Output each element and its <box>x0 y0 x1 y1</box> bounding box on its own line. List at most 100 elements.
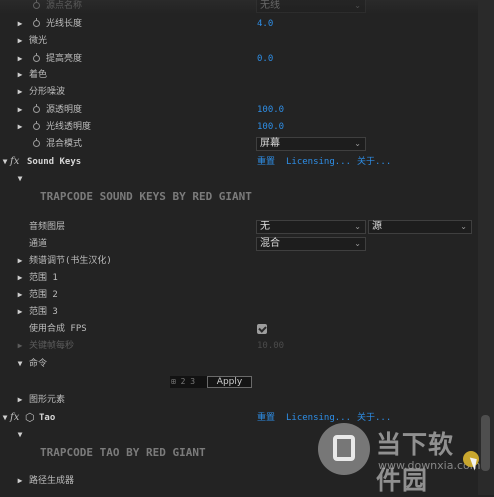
source-opacity-value[interactable]: 100.0 <box>257 102 284 118</box>
3d-cube-icon: ⬡ <box>25 411 35 424</box>
apply-button[interactable]: Apply <box>207 376 252 388</box>
twirl-open-icon[interactable]: ▼ <box>0 154 10 170</box>
twirl-open-icon[interactable]: ▼ <box>0 410 10 426</box>
row-label: 范围 1 <box>29 273 58 283</box>
row-ray-length: ▶ 光线长度 4.0 <box>0 16 478 32</box>
row-range-2: ▶ 范围 2 <box>0 287 478 303</box>
twirl-closed-icon[interactable]: ▶ <box>15 16 25 32</box>
row-label: 光线透明度 <box>46 122 92 132</box>
twirl-closed-icon[interactable]: ▶ <box>15 51 25 67</box>
twirl-closed-icon[interactable]: ▶ <box>15 338 25 354</box>
twirl-closed-icon[interactable]: ▶ <box>15 304 25 320</box>
use-comp-fps-checkbox[interactable] <box>257 324 267 334</box>
row-shimmer: ▶ 微光 <box>0 33 478 49</box>
twirl-closed-icon[interactable]: ▶ <box>15 392 25 408</box>
row-banner-toggle: ▼ <box>0 171 478 187</box>
stopwatch-icon[interactable] <box>33 138 40 147</box>
keyframes-value: 10.00 <box>257 341 285 351</box>
row-label: 光线长度 <box>46 19 83 29</box>
row-label: 范围 3 <box>29 307 58 317</box>
stopwatch-icon[interactable] <box>33 121 40 130</box>
twirl-closed-icon[interactable]: ▶ <box>15 33 25 49</box>
row-fractal-noise: ▶ 分形噪波 <box>0 84 478 100</box>
row-label: 路径生成器 <box>29 476 75 486</box>
twirl-open-icon[interactable]: ▼ <box>15 171 25 187</box>
licensing-link[interactable]: Licensing... <box>286 154 351 170</box>
row-source-opacity: ▶ 源透明度 100.0 <box>0 102 478 118</box>
boost-light-value[interactable]: 0.0 <box>257 51 273 67</box>
effect-name: Tao <box>39 413 56 423</box>
row-use-comp-fps: 使用合成 FPS <box>0 321 478 337</box>
watermark: 当下软件园 www.downxia.com <box>318 415 480 495</box>
row-label: 提高亮度 <box>46 54 83 64</box>
twirl-closed-icon[interactable]: ▶ <box>15 119 25 135</box>
row-label: 通道 <box>29 239 48 249</box>
twirl-closed-icon[interactable]: ▶ <box>15 67 25 83</box>
stopwatch-icon[interactable] <box>33 53 40 62</box>
row-label: 关键帧每秒 <box>29 341 75 351</box>
ray-opacity-value[interactable]: 100.0 <box>257 119 284 135</box>
stopwatch-icon[interactable] <box>33 104 40 113</box>
row-source-name: 源点名称 无线 ⌄ <box>0 0 478 14</box>
select-value: 无 <box>260 221 270 232</box>
row-label: 命令 <box>29 359 48 369</box>
scrollbar-thumb[interactable] <box>481 415 490 471</box>
chevron-down-icon: ⌄ <box>354 222 361 231</box>
ray-length-value[interactable]: 4.0 <box>257 16 273 32</box>
row-range-1: ▶ 范围 1 <box>0 270 478 286</box>
source-name-select[interactable]: 无线 ⌄ <box>256 0 366 13</box>
fx-icon[interactable]: fx <box>10 410 19 426</box>
row-blend-mode: 混合模式 屏幕 ⌄ <box>0 136 478 152</box>
watermark-logo <box>318 423 370 475</box>
select-value: 无线 <box>260 0 280 11</box>
tao-banner: TRAPCODE TAO BY RED GIANT <box>40 446 206 459</box>
twirl-closed-icon[interactable]: ▶ <box>15 102 25 118</box>
row-label: 源点名称 <box>46 1 83 11</box>
stopwatch-icon[interactable] <box>33 0 40 9</box>
row-audio-layer: 音频图层 无 ⌄ 源 ⌄ <box>0 219 478 235</box>
twirl-open-icon[interactable]: ▼ <box>15 356 25 372</box>
effect-name: Sound Keys <box>27 157 82 167</box>
fx-icon[interactable]: fx <box>10 154 19 170</box>
row-keyframes-per-second: ▶ 关键帧每秒 10.00 <box>0 338 478 354</box>
select-value: 屏幕 <box>260 138 280 149</box>
audio-source-select[interactable]: 源 ⌄ <box>368 220 472 234</box>
row-label: 图形元素 <box>29 395 66 405</box>
reset-link[interactable]: 重置 <box>257 410 275 426</box>
row-label: 音频图层 <box>29 222 66 232</box>
reset-link[interactable]: 重置 <box>257 154 275 170</box>
row-range-3: ▶ 范围 3 <box>0 304 478 320</box>
about-link[interactable]: 关于... <box>357 154 391 170</box>
row-boost-light: ▶ 提高亮度 0.0 <box>0 51 478 67</box>
row-colorize: ▶ 着色 <box>0 67 478 83</box>
blend-mode-select[interactable]: 屏幕 ⌄ <box>256 137 366 151</box>
chevron-down-icon: ⌄ <box>354 239 361 248</box>
effect-header-sound-keys[interactable]: ▼ fx Sound Keys 重置 Licensing... 关于... <box>0 154 478 170</box>
twirl-open-icon[interactable]: ▼ <box>15 427 25 443</box>
row-label: 使用合成 FPS <box>29 324 87 334</box>
twirl-closed-icon[interactable]: ▶ <box>15 287 25 303</box>
twirl-closed-icon[interactable]: ▶ <box>15 473 25 489</box>
twirl-closed-icon[interactable]: ▶ <box>15 84 25 100</box>
chevron-down-icon: ⌄ <box>460 222 467 231</box>
chevron-down-icon: ⌄ <box>354 139 361 148</box>
row-graphic-elements: ▶ 图形元素 <box>0 392 478 408</box>
select-value: 源 <box>372 221 382 232</box>
row-label: 分形噪波 <box>29 87 66 97</box>
row-label: 着色 <box>29 70 48 80</box>
stopwatch-icon[interactable] <box>33 18 40 27</box>
row-channel: 通道 混合 ⌄ <box>0 236 478 252</box>
twirl-closed-icon[interactable]: ▶ <box>15 253 25 269</box>
chevron-down-icon: ⌄ <box>354 1 361 10</box>
row-label: 范围 2 <box>29 290 58 300</box>
twirl-closed-icon[interactable]: ▶ <box>15 270 25 286</box>
channel-select[interactable]: 混合 ⌄ <box>256 237 366 251</box>
row-label: 微光 <box>29 36 48 46</box>
row-label: 混合模式 <box>46 139 83 149</box>
row-command: ▼ 命令 <box>0 356 478 372</box>
layer-icon: ⊞ 2 3 <box>171 377 196 386</box>
audio-layer-select[interactable]: 无 ⌄ <box>256 220 366 234</box>
row-freq: ▶ 频谱调节(书生汉化) <box>0 253 478 269</box>
row-label: 频谱调节(书生汉化) <box>29 256 112 266</box>
row-ray-opacity: ▶ 光线透明度 100.0 <box>0 119 478 135</box>
